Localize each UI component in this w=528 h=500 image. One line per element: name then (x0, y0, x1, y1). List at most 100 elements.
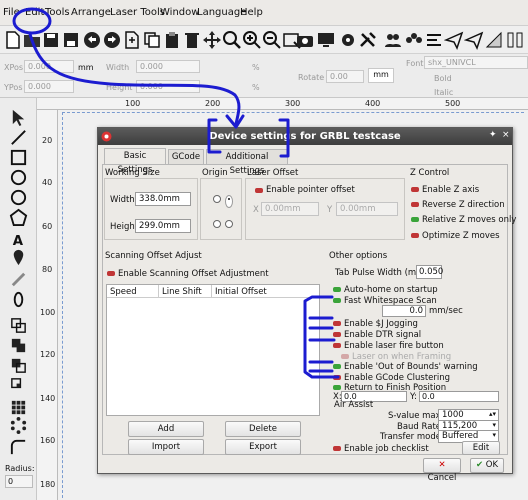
working-width-input[interactable]: 338.0mm (135, 192, 191, 206)
boolean-subtract-icon[interactable] (9, 356, 28, 375)
camera-icon[interactable] (295, 30, 315, 50)
col-line-shift[interactable]: Line Shift (162, 287, 202, 297)
circular-array-icon[interactable] (9, 416, 28, 435)
return-finish-toggle[interactable] (333, 385, 341, 390)
monitor-icon[interactable] (316, 30, 336, 50)
boolean-intersect-icon[interactable] (9, 376, 28, 395)
menu-edit[interactable]: Edit (25, 7, 44, 18)
group-icon[interactable] (404, 30, 424, 50)
send-alt-icon[interactable] (464, 30, 484, 50)
move-icon[interactable] (202, 30, 222, 50)
menu-file[interactable]: File (3, 7, 20, 18)
z-axis-toggle[interactable] (411, 187, 419, 192)
checklist-edit-button[interactable]: Edit (462, 441, 500, 455)
tab-gcode[interactable]: GCode (168, 149, 204, 164)
origin-bottom-left-radio[interactable] (213, 220, 221, 228)
delete-button[interactable]: Delete (225, 421, 301, 437)
zoom-in-icon[interactable] (242, 30, 262, 50)
out-of-bounds-toggle[interactable] (333, 364, 341, 369)
reverse-z-toggle[interactable] (411, 202, 419, 207)
gcode-clustering-toggle[interactable] (333, 375, 341, 380)
zoom-fit-icon[interactable] (222, 30, 242, 50)
offset-y-input[interactable]: 0.00mm (336, 202, 398, 216)
users-icon[interactable] (383, 30, 403, 50)
menu-help[interactable]: Help (240, 7, 263, 18)
height-field[interactable]: 0.000 (136, 80, 200, 93)
origin-bottom-right-radio[interactable] (225, 220, 233, 228)
triangle-icon[interactable] (484, 30, 504, 50)
job-checklist-toggle[interactable] (333, 446, 341, 451)
corner-radius-icon[interactable] (9, 438, 28, 457)
position-pin-icon[interactable] (9, 248, 28, 267)
scanning-offset-table[interactable]: Speed Line Shift Initial Offset (106, 284, 320, 416)
col-speed[interactable]: Speed (110, 287, 137, 297)
menu-language[interactable]: Language (197, 7, 246, 18)
new-file-icon[interactable] (3, 30, 23, 50)
redo-icon[interactable] (102, 30, 122, 50)
ypos-field[interactable]: 0.000 (24, 80, 74, 93)
bold-label[interactable]: Bold (434, 74, 452, 83)
finish-y-input[interactable]: 0.0 (419, 391, 499, 402)
offset-x-input[interactable]: 0.00mm (261, 202, 319, 216)
open-folder-icon[interactable] (22, 30, 42, 50)
paste-icon[interactable] (162, 30, 182, 50)
xpos-field[interactable]: 0.000 (24, 60, 74, 73)
layer-stack-icon[interactable] (9, 316, 28, 335)
origin-top-left-radio[interactable] (213, 195, 221, 203)
send-icon[interactable] (444, 30, 464, 50)
radius-field[interactable]: 0 (5, 475, 33, 488)
boolean-union-icon[interactable] (9, 336, 28, 355)
origin-top-right-radio[interactable] (225, 195, 233, 208)
dtr-signal-toggle[interactable] (333, 332, 341, 337)
menu-laser-tools[interactable]: Laser Tools (110, 7, 165, 18)
menu-window[interactable]: Window (160, 7, 199, 18)
font-field[interactable]: shx_UNIVCL (424, 56, 528, 69)
menu-tools[interactable]: Tools (45, 7, 70, 18)
optimize-z-toggle[interactable] (411, 233, 419, 238)
tab-basic-settings[interactable]: Basic Settings (104, 148, 166, 175)
rotate-field[interactable]: 0.00 (326, 70, 364, 83)
ellipse-icon[interactable] (9, 168, 28, 187)
help-icon[interactable]: ✦ (489, 130, 497, 140)
distribute-icon[interactable] (505, 30, 525, 50)
italic-label[interactable]: Italic (434, 88, 453, 97)
pointer-offset-toggle[interactable] (255, 188, 263, 193)
close-icon[interactable]: × (502, 130, 510, 140)
pentagon-icon[interactable] (9, 208, 28, 227)
menu-arrange[interactable]: Arrange (71, 7, 111, 18)
delete-icon[interactable] (182, 30, 202, 50)
auto-home-toggle[interactable] (333, 287, 341, 292)
rectangle-icon[interactable] (9, 148, 28, 167)
cancel-button[interactable]: ✕ Cancel (423, 458, 461, 483)
text-tool-icon[interactable]: A (9, 230, 28, 249)
import-button[interactable]: Import (128, 439, 204, 455)
relative-z-toggle[interactable] (411, 217, 419, 222)
link-icon[interactable] (9, 290, 28, 309)
ok-button[interactable]: ✔ OK (470, 458, 504, 473)
tab-additional-settings[interactable]: Additional Settings (206, 149, 288, 176)
line-icon[interactable] (9, 128, 28, 147)
grid-array-icon[interactable] (9, 398, 28, 417)
export-button[interactable]: Export (225, 439, 301, 455)
unit-select[interactable]: mm (368, 68, 394, 83)
add-button[interactable]: Add (128, 421, 204, 437)
select-arrow-icon[interactable] (9, 108, 28, 127)
copy-icon[interactable] (142, 30, 162, 50)
align-icon[interactable] (424, 30, 444, 50)
width-field[interactable]: 0.000 (136, 60, 200, 73)
scanning-offset-toggle[interactable] (107, 271, 115, 276)
offset-icon[interactable] (9, 270, 28, 289)
save-icon[interactable] (41, 30, 61, 50)
save-as-icon[interactable] (61, 30, 81, 50)
polygon-icon[interactable] (9, 188, 28, 207)
tab-pulse-input[interactable]: 0.050 (416, 265, 443, 279)
col-initial-offset[interactable]: Initial Offset (215, 287, 267, 297)
undo-icon[interactable] (82, 30, 102, 50)
j-jogging-toggle[interactable] (333, 321, 341, 326)
import-icon[interactable] (122, 30, 142, 50)
tools-icon[interactable] (358, 30, 378, 50)
laser-fire-toggle[interactable] (333, 343, 341, 348)
settings-gear-icon[interactable] (338, 30, 358, 50)
zoom-out-icon[interactable] (262, 30, 282, 50)
whitespace-speed-input[interactable]: 0.0 (382, 305, 426, 317)
